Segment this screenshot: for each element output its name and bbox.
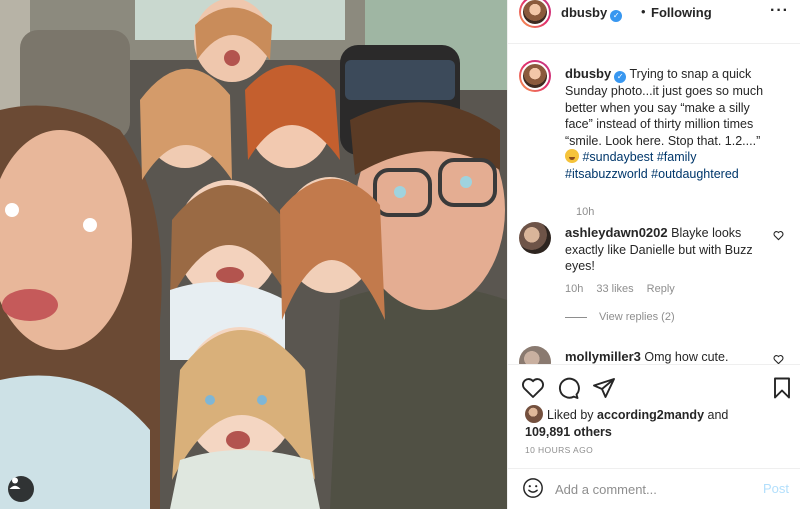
liker-avatar[interactable] [525, 405, 543, 423]
hashtag-link[interactable]: #outdaughtered [651, 167, 739, 181]
comment-input[interactable] [555, 479, 755, 499]
face-emoji-icon [565, 149, 579, 164]
post-comment-button[interactable]: Post [763, 481, 789, 496]
reply-button[interactable]: Reply [647, 283, 675, 295]
caption-timestamp[interactable]: 10h [576, 206, 594, 218]
post-timestamp[interactable]: 10 HOURS AGO [525, 445, 593, 455]
following-button[interactable]: Following [651, 5, 712, 20]
comment-text: ashleydawn0202 Blayke looks exactly like… [565, 225, 765, 275]
commenter-avatar[interactable] [519, 346, 551, 364]
view-replies-button[interactable]: View replies (2) [565, 311, 675, 323]
separator-dot: • [641, 4, 646, 19]
like-comment-icon[interactable] [773, 230, 784, 241]
author-username[interactable]: dbusby ✓ [561, 5, 623, 22]
family-selfie-image [0, 0, 507, 509]
tagged-users-button[interactable] [8, 476, 34, 502]
comment-body: Omg how cute. [644, 350, 729, 364]
comment-text: mollymiller3 Omg how cute. [565, 349, 765, 364]
bookmark-icon[interactable] [770, 376, 794, 400]
hashtag-link[interactable]: #itsabuzzworld [565, 167, 648, 181]
likes-joiner: and [707, 408, 729, 422]
commenter-avatar[interactable] [519, 222, 551, 254]
commenter-username[interactable]: mollymiller3 [565, 349, 641, 364]
comment-likes[interactable]: 33 likes [596, 283, 633, 295]
user-icon [9, 477, 21, 489]
post-photo[interactable] [0, 0, 507, 509]
emoji-picker-icon[interactable] [522, 477, 544, 499]
verified-icon: ✓ [610, 10, 623, 22]
divider [565, 316, 587, 318]
caption-avatar[interactable] [519, 60, 551, 92]
commenter-username[interactable]: ashleydawn0202 [565, 225, 668, 240]
comment-meta: 10h 33 likes Reply [565, 283, 675, 295]
hashtag-link[interactable]: #sundaybest [582, 150, 653, 164]
author-avatar[interactable] [519, 0, 551, 28]
divider [508, 364, 800, 365]
caption-username[interactable]: dbusby [565, 66, 611, 81]
post-actions [508, 372, 800, 402]
hashtag-link[interactable]: #family [657, 150, 697, 164]
post-sidebar: dbusby ✓ • Following ··· dbusby ✓ Trying t… [507, 0, 800, 509]
add-comment-bar: Post [508, 469, 800, 509]
comment-icon[interactable] [556, 376, 580, 400]
comment-timestamp[interactable]: 10h [565, 283, 583, 295]
like-comment-icon[interactable] [773, 354, 784, 364]
ellipsis-icon[interactable]: ··· [770, 2, 789, 20]
liker-username[interactable]: according2mandy [597, 408, 704, 422]
heart-icon[interactable] [521, 376, 545, 400]
caption-text: dbusby ✓ Trying to snap a quick Sunday ph… [565, 66, 765, 183]
post-header: dbusby ✓ • Following ··· [508, 0, 800, 28]
share-icon[interactable] [592, 376, 616, 400]
comments-list[interactable]: dbusby ✓ Trying to snap a quick Sunday ph… [508, 44, 800, 364]
likes-prefix: Liked by [547, 408, 594, 422]
likes-summary: Liked by according2mandy and 109,891 oth… [525, 405, 795, 440]
likes-count[interactable]: 109,891 others [525, 425, 612, 439]
verified-icon: ✓ [614, 71, 627, 83]
